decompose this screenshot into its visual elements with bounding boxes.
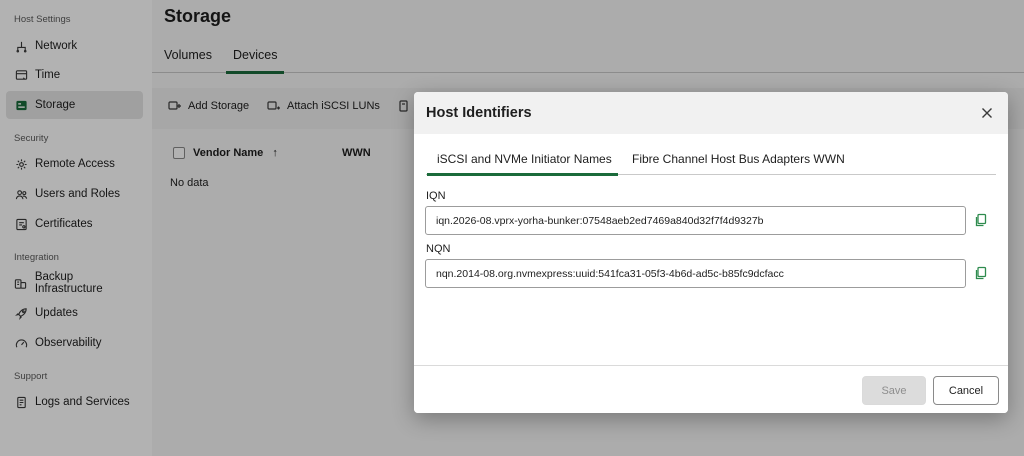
dialog-title: Host Identifiers: [426, 105, 532, 121]
iqn-label: IQN: [426, 190, 446, 202]
host-identifiers-dialog: Host Identifiers iSCSI and NVMe Initiato…: [414, 92, 1008, 413]
nqn-field[interactable]: [425, 259, 966, 288]
copy-nqn-button[interactable]: [974, 266, 988, 280]
close-icon[interactable]: [980, 106, 994, 120]
copy-iqn-button[interactable]: [974, 213, 988, 227]
save-button[interactable]: Save: [862, 376, 926, 405]
nqn-label: NQN: [426, 243, 451, 255]
dialog-header: Host Identifiers: [414, 92, 1008, 134]
tab-iscsi-nvme-initiator-names[interactable]: iSCSI and NVMe Initiator Names: [427, 152, 618, 176]
copy-icon: [975, 266, 987, 280]
copy-icon: [975, 213, 987, 227]
dialog-tabs: iSCSI and NVMe Initiator Names Fibre Cha…: [426, 152, 996, 176]
cancel-button[interactable]: Cancel: [933, 376, 999, 405]
tab-fibre-channel-hba-wwn[interactable]: Fibre Channel Host Bus Adapters WWN: [632, 152, 845, 175]
dialog-footer: Save Cancel: [414, 365, 1008, 413]
iqn-field[interactable]: [425, 206, 966, 235]
